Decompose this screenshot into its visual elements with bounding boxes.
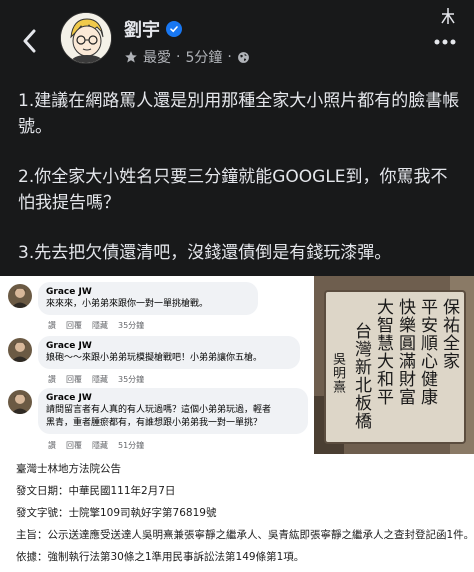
commenter-name: Grace JW (46, 341, 92, 351)
like-link: 讚 (48, 321, 56, 330)
sign-text-col-5: 台灣新北板橋 (351, 322, 371, 430)
comment-text: 娘砲～～來跟小弟弟玩模擬槍戰吧！小弟弟讓你五槍。 (46, 353, 263, 363)
notice-subject: 主旨：公示送達應受送達人吳明熹兼張寧靜之繼承人、吳青紘即張寧靜之繼承人之查封登記… (16, 529, 474, 541)
comment-text-line-1: 請問留言者有人真的有人玩過嗎？這個小弟弟玩過，輕者 (46, 405, 272, 415)
author-row: 劉宇 (124, 16, 182, 42)
author-name[interactable]: 劉宇 (124, 16, 160, 42)
comment-actions: 讚 回覆 隱藏 35分鐘 (48, 320, 144, 331)
post-paragraph-1: 1.建議在網路罵人還是別用那種全家大小照片都有的臉書帳號。 (18, 91, 460, 137)
chevron-left-icon (23, 29, 36, 53)
commenter-name: Grace JW (46, 287, 92, 297)
reply-link: 回覆 (66, 375, 82, 384)
post-time[interactable]: 5分鐘 (185, 47, 222, 67)
post-header: 劉宇 最愛 · 5分鐘 · (0, 0, 474, 82)
comment-item: Grace JW 請問留言者有人真的有人玩過嗎？這個小弟弟玩過，輕者 黑青，重者… (8, 388, 308, 454)
sign-text-col-2: 平安順心健康 (417, 298, 437, 406)
comment-actions: 讚 回覆 隱藏 51分鐘 (48, 440, 144, 451)
hide-link: 隱藏 (92, 321, 108, 330)
like-link: 讚 (48, 441, 56, 450)
commenter-avatar (8, 284, 32, 308)
comment-text-line-2: 黑青，重者腫瘀都有，有誰想跟小弟弟我一對一單挑？ (46, 418, 263, 428)
comment-item: Grace JW 娘砲～～來跟小弟弟玩模擬槍戰吧！小弟弟讓你五槍。 讚 回覆 隱… (8, 336, 308, 388)
commenter-avatar (8, 338, 32, 362)
comment-bubble: Grace JW 娘砲～～來跟小弟弟玩模擬槍戰吧！小弟弟讓你五槍。 (38, 336, 300, 369)
post-meta: 最愛 · 5分鐘 · (124, 47, 250, 67)
meta-separator: · (227, 49, 232, 65)
prayer-sign-photo: 保祐全家 平安順心健康 快樂圓滿財富 大智慧大和平 台灣新北板橋 吳明熹 (314, 276, 474, 454)
comment-actions: 讚 回覆 隱藏 35分鐘 (48, 374, 144, 385)
comment-bubble: Grace JW 來來來，小弟弟來跟你一對一單挑槍戰。 (38, 282, 258, 315)
comment-item: Grace JW 來來來，小弟弟來跟你一對一單挑槍戰。 讚 回覆 隱藏 35分鐘 (8, 282, 308, 334)
more-dots-icon (434, 39, 456, 45)
sign-text-col-4: 大智慧大和平 (373, 298, 393, 406)
verified-badge-icon (166, 21, 182, 37)
sign-text-col-3: 快樂圓滿財富 (395, 298, 415, 406)
commenter-name: Grace JW (46, 393, 92, 403)
comment-bubble: Grace JW 請問留言者有人真的有人玩過嗎？這個小弟弟玩過，輕者 黑青，重者… (38, 388, 308, 434)
comment-time: 35分鐘 (118, 321, 145, 330)
comment-time: 35分鐘 (118, 375, 145, 384)
commenter-avatar (8, 390, 32, 414)
globe-icon (237, 51, 249, 63)
reply-link: 回覆 (66, 321, 82, 330)
comment-screenshot: Grace JW 來來來，小弟弟來跟你一對一單挑槍戰。 讚 回覆 隱藏 35分鐘… (0, 276, 308, 454)
post-paragraph-2: 2.你全家大小姓名只要三分鐘就能GOOGLE到，你罵我不怕我提告嗎？ (18, 167, 448, 213)
sign-board: 保祐全家 平安順心健康 快樂圓滿財富 大智慧大和平 台灣新北板橋 吳明熹 (326, 292, 464, 442)
comment-text: 來來來，小弟弟來跟你一對一單挑槍戰。 (46, 299, 209, 309)
post-paragraph-3: 3.先去把欠債還清吧，沒錢還債倒是有錢玩漆彈。 (18, 243, 392, 263)
sign-text-col-6: 吳明熹 (330, 352, 345, 394)
hide-link: 隱藏 (92, 441, 108, 450)
notice-court: 臺灣士林地方法院公告 (16, 463, 121, 475)
court-notice: 臺灣士林地方法院公告 發文日期：中華民國111年2月7日 發文字號：士院擎109… (0, 460, 474, 572)
author-avatar[interactable] (60, 12, 112, 64)
sign-text-col-1: 保祐全家 (439, 298, 459, 370)
more-options-button[interactable] (434, 30, 456, 49)
post-image[interactable]: Grace JW 來來來，小弟弟來跟你一對一單挑槍戰。 讚 回覆 隱藏 35分鐘… (0, 276, 474, 572)
notice-basis: 依據：強制執行法第30條之1準用民事訴訟法第149條第1項。 (16, 551, 305, 563)
audience-label: 最愛 (143, 50, 171, 66)
watermark-logo-icon (440, 6, 456, 30)
reply-link: 回覆 (66, 441, 82, 450)
star-icon (125, 51, 137, 63)
cartoon-face-icon (61, 13, 111, 63)
meta-separator: · (176, 49, 181, 65)
notice-number: 發文字號：士院擎109司執好字第76819號 (16, 507, 217, 519)
like-link: 讚 (48, 375, 56, 384)
post-body: 1.建議在網路罵人還是別用那種全家大小照片都有的臉書帳號。 2.你全家大小姓名只… (18, 88, 462, 290)
back-button[interactable] (14, 24, 44, 58)
notice-date: 發文日期：中華民國111年2月7日 (16, 485, 176, 497)
hide-link: 隱藏 (92, 375, 108, 384)
comment-time: 51分鐘 (118, 441, 145, 450)
